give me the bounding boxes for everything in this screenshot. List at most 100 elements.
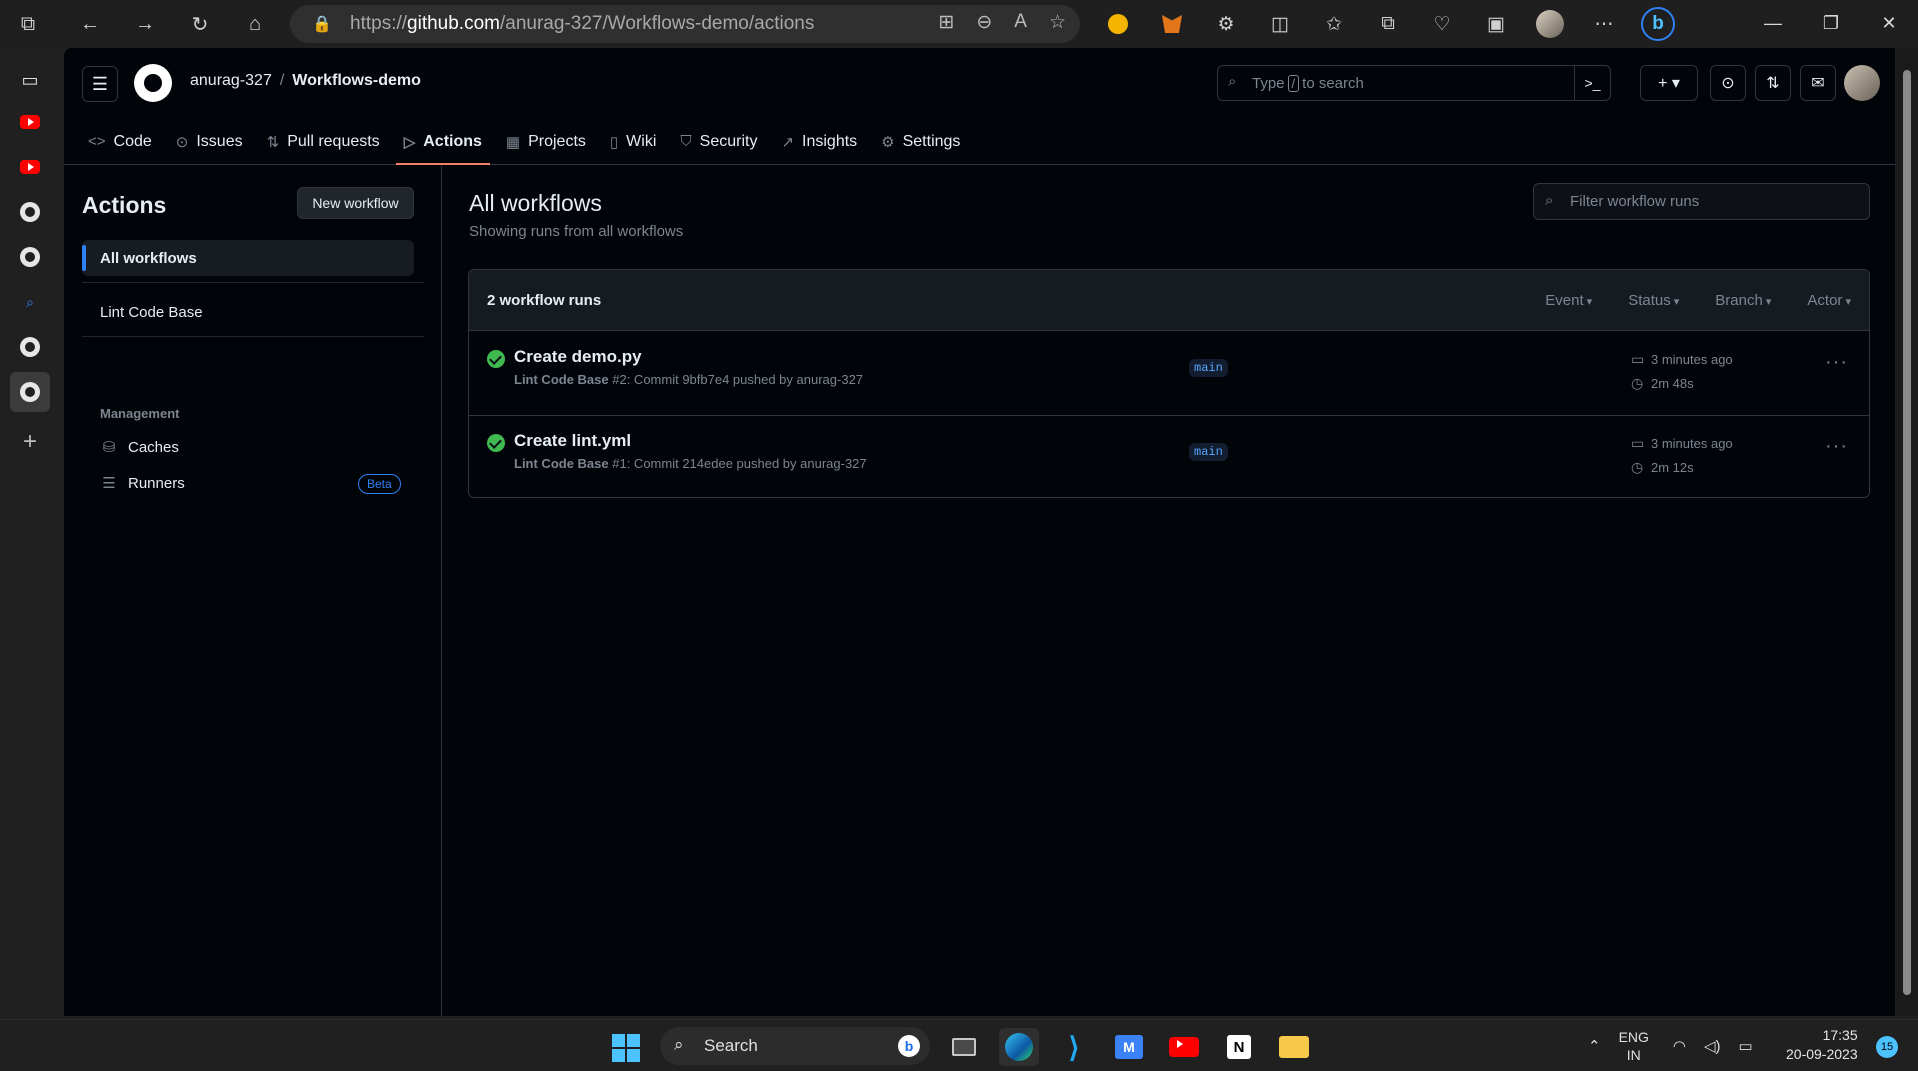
run-title-link[interactable]: Create lint.yml <box>514 431 631 451</box>
file-explorer-icon[interactable] <box>1274 1028 1314 1066</box>
filter-event-dropdown[interactable]: Event <box>1545 292 1592 309</box>
read-aloud-icon[interactable]: A <box>1014 11 1027 34</box>
tab-actions[interactable]: ▷ Actions <box>392 118 494 165</box>
lock-icon[interactable]: 🔒 <box>312 14 332 34</box>
new-tab-icon[interactable]: + <box>10 422 50 462</box>
run-title-link[interactable]: Create demo.py <box>514 347 642 367</box>
close-icon[interactable]: ✕ <box>1860 0 1918 46</box>
sidebar-item-runners[interactable]: ☰ Runners <box>100 474 184 493</box>
tab-projects[interactable]: ▦ Projects <box>494 118 598 165</box>
more-options-icon[interactable]: ··· <box>1825 351 1848 374</box>
tab-insights[interactable]: ↗ Insights <box>769 118 869 165</box>
branch-label[interactable]: main <box>1189 359 1228 377</box>
repo-name-link[interactable]: Workflows-demo <box>292 72 421 90</box>
wifi-icon[interactable]: ◠ <box>1673 1037 1686 1055</box>
split-screen-icon[interactable]: ◫ <box>1260 4 1300 44</box>
filter-actor-dropdown[interactable]: Actor <box>1807 292 1851 309</box>
github-logo-icon[interactable] <box>134 64 172 102</box>
tab-code[interactable]: <> Code <box>76 118 164 165</box>
tab-label: Issues <box>196 132 243 150</box>
more-options-icon[interactable]: ··· <box>1825 435 1848 458</box>
more-icon[interactable]: ⋯ <box>1584 4 1624 44</box>
extension-chrome-icon[interactable] <box>1098 4 1138 44</box>
zoom-icon[interactable]: ⊖ <box>976 11 992 34</box>
apps-icon[interactable]: ⊞ <box>938 11 954 34</box>
taskbar-clock[interactable]: 17:35 20-09-2023 <box>1786 1026 1858 1064</box>
create-new-button[interactable]: + ▾ <box>1640 65 1698 101</box>
tab-github-icon[interactable] <box>10 192 50 232</box>
language-indicator[interactable]: ENG IN <box>1619 1028 1649 1064</box>
windows-start-icon[interactable] <box>612 1034 640 1062</box>
tab-github-icon[interactable] <box>10 372 50 412</box>
play-icon: ▷ <box>403 133 416 151</box>
tab-wiki[interactable]: ▯ Wiki <box>598 118 668 165</box>
browser-toolbar: ⧉ ← → ↻ ⌂ 🔒 https://github.com/anurag-32… <box>0 0 1918 48</box>
task-view-icon[interactable] <box>944 1028 984 1066</box>
beta-badge: Beta <box>358 474 401 494</box>
sidebar-item-all-workflows[interactable]: All workflows <box>82 240 414 276</box>
tab-settings[interactable]: ⚙ Settings <box>869 118 972 165</box>
tab-youtube-icon[interactable] <box>10 147 50 187</box>
tab-pull-requests[interactable]: ⇅ Pull requests <box>255 118 392 165</box>
chevron-up-icon[interactable]: ⌃ <box>1588 1037 1601 1055</box>
profile-avatar[interactable] <box>1530 4 1570 44</box>
extensions-icon[interactable]: ⚙ <box>1206 4 1246 44</box>
stopwatch-icon: ◷ <box>1631 459 1644 475</box>
tab-actions-icon[interactable]: ⧉ <box>8 4 48 44</box>
address-bar[interactable]: 🔒 https://github.com/anurag-327/Workflow… <box>290 5 1080 43</box>
command-palette-icon[interactable]: >_ <box>1574 66 1610 100</box>
collections-icon[interactable]: ⧉ <box>1368 4 1408 44</box>
search-input[interactable]: ⌕ Type / to search >_ <box>1217 65 1611 101</box>
scrollbar-thumb[interactable] <box>1903 70 1911 995</box>
filter-branch-dropdown[interactable]: Branch <box>1715 292 1771 309</box>
browser-essentials-icon[interactable]: ♡ <box>1422 4 1462 44</box>
edge-app-icon[interactable] <box>999 1028 1039 1066</box>
youtube-app-icon[interactable] <box>1164 1028 1204 1066</box>
repo-owner-link[interactable]: anurag-327 <box>190 72 272 90</box>
search-suffix: to search <box>1302 74 1364 92</box>
tab-github-icon[interactable] <box>10 327 50 367</box>
restore-icon[interactable]: ❐ <box>1802 0 1860 46</box>
run-workflow-name: Lint Code Base <box>514 456 609 471</box>
issues-icon[interactable]: ⊙ <box>1710 65 1746 101</box>
filter-status-dropdown[interactable]: Status <box>1628 292 1679 309</box>
favorites-bar-icon[interactable]: ✩ <box>1314 4 1354 44</box>
hamburger-menu-icon[interactable]: ☰ <box>82 66 118 102</box>
vscode-app-icon[interactable]: ⟩ <box>1054 1028 1094 1066</box>
sidebar-item-caches[interactable]: ⛁ Caches <box>100 438 179 457</box>
sidebar-item-lint-code-base[interactable]: Lint Code Base <box>82 294 414 330</box>
notification-badge[interactable]: 15 <box>1876 1036 1898 1058</box>
tab-panel-icon[interactable]: ▭ <box>10 60 50 100</box>
back-icon[interactable]: ← <box>70 4 110 44</box>
notion-app-icon[interactable]: N <box>1219 1028 1259 1066</box>
minimize-icon[interactable]: — <box>1744 0 1802 46</box>
filter-runs-input[interactable]: ⌕ Filter workflow runs <box>1533 183 1870 220</box>
editor-app-icon[interactable]: M <box>1109 1028 1149 1066</box>
forward-icon[interactable]: → <box>125 4 165 44</box>
calendar-icon: ▭ <box>1631 435 1645 451</box>
tab-youtube-icon[interactable] <box>10 102 50 142</box>
user-avatar[interactable] <box>1844 65 1880 101</box>
new-workflow-button[interactable]: New workflow <box>297 187 414 219</box>
refresh-icon[interactable]: ↻ <box>180 4 220 44</box>
screenshot-icon[interactable]: ▣ <box>1476 4 1516 44</box>
table-row[interactable]: Create demo.py Lint Code Base #2: Commit… <box>469 331 1869 414</box>
volume-icon[interactable]: ◁) <box>1704 1037 1721 1055</box>
server-icon: ☰ <box>102 475 116 492</box>
home-icon[interactable]: ⌂ <box>235 4 275 44</box>
pull-requests-icon[interactable]: ⇅ <box>1755 65 1791 101</box>
tab-search-icon[interactable]: ⌕ <box>10 282 50 322</box>
tab-issues[interactable]: ⊙ Issues <box>164 118 255 165</box>
extension-metamask-icon[interactable] <box>1152 4 1192 44</box>
page-scrollbar[interactable] <box>1896 48 1918 1016</box>
tab-github-icon[interactable] <box>10 237 50 277</box>
battery-icon[interactable]: ▭ <box>1739 1037 1753 1055</box>
taskbar-search[interactable]: ⌕ Search b <box>660 1027 930 1065</box>
tab-security[interactable]: ⛉ Security <box>668 118 769 165</box>
branch-label[interactable]: main <box>1189 443 1228 461</box>
table-row[interactable]: Create lint.yml Lint Code Base #1: Commi… <box>469 415 1869 497</box>
url-prefix: https:// <box>350 13 408 34</box>
favorite-icon[interactable]: ☆ <box>1049 11 1066 34</box>
bing-copilot-icon[interactable]: b <box>1638 4 1678 44</box>
inbox-icon[interactable]: ✉ <box>1800 65 1836 101</box>
